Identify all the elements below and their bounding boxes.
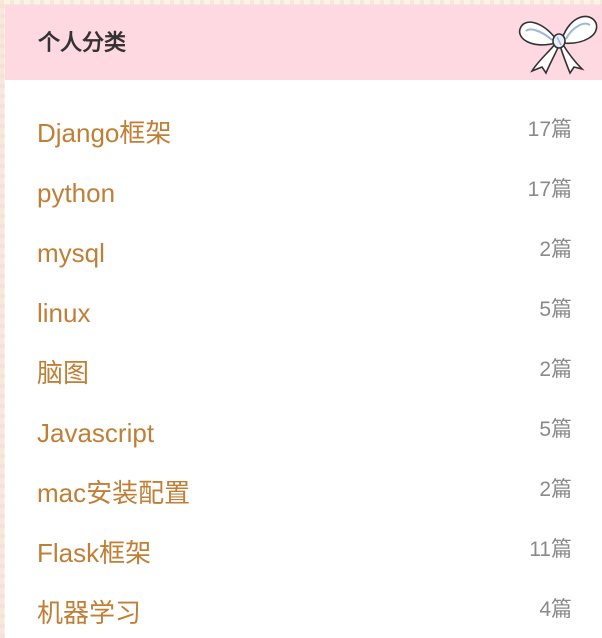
category-count: 2篇 (539, 358, 572, 381)
category-item: mac安装配置 2篇 (5, 465, 602, 525)
category-link[interactable]: Javascript (37, 417, 154, 449)
category-count: 11篇 (529, 538, 572, 561)
panel-title: 个人分类 (38, 30, 127, 55)
category-item: Flask框架 11篇 (5, 525, 602, 585)
category-item: Javascript 5篇 (5, 405, 602, 465)
category-item: 机器学习 4篇 (5, 585, 602, 638)
category-link[interactable]: Flask框架 (37, 537, 151, 569)
category-count: 17篇 (527, 118, 572, 141)
category-count: 5篇 (539, 298, 572, 321)
category-item: 脑图 2篇 (5, 345, 602, 405)
category-link[interactable]: 机器学习 (37, 597, 141, 629)
category-count: 5篇 (539, 418, 572, 441)
category-count: 2篇 (539, 238, 572, 261)
category-item: python 17篇 (5, 165, 602, 225)
category-list: Django框架 17篇 python 17篇 mysql 2篇 linux 5… (5, 105, 602, 638)
category-count: 2篇 (539, 478, 572, 501)
category-link[interactable]: linux (37, 297, 90, 329)
category-link[interactable]: 脑图 (37, 357, 89, 389)
category-link[interactable]: Django框架 (37, 117, 171, 149)
panel-header: 个人分类 (5, 5, 602, 80)
category-item: mysql 2篇 (5, 225, 602, 285)
category-panel: 个人分类 Django框架 17篇 python 17篇 mysql 2篇 li… (5, 5, 602, 638)
category-link[interactable]: python (37, 177, 115, 209)
category-link[interactable]: mysql (37, 237, 105, 269)
category-item: linux 5篇 (5, 285, 602, 345)
category-item: Django框架 17篇 (5, 105, 602, 165)
category-count: 17篇 (527, 178, 572, 201)
category-link[interactable]: mac安装配置 (37, 477, 190, 509)
bow-icon (518, 15, 598, 75)
category-count: 4篇 (539, 598, 572, 621)
